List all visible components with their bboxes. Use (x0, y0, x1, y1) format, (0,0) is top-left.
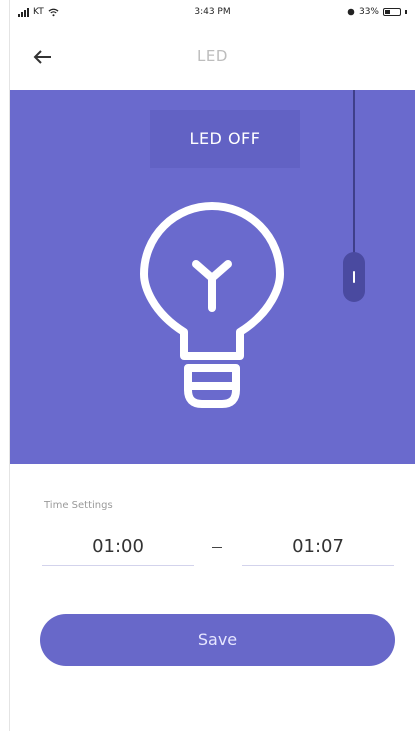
time-range-separator (212, 547, 222, 548)
pull-switch-mark (353, 271, 355, 283)
start-time-field[interactable]: 01:00 (42, 528, 194, 566)
app-screen: KT 3:43 PM 33% LED LED OFF Time Settings… (0, 0, 415, 731)
battery-percent: 33% (358, 7, 379, 17)
status-right: 33% (347, 7, 407, 17)
light-bulb-icon[interactable] (138, 200, 286, 418)
status-bar: KT 3:43 PM 33% (10, 0, 415, 26)
alarm-icon (347, 8, 355, 16)
nav-bar: LED (10, 26, 415, 90)
pull-cord (353, 90, 355, 254)
battery-tip (405, 10, 407, 14)
battery-icon (383, 8, 401, 16)
pull-switch-icon[interactable] (343, 252, 365, 302)
save-button[interactable]: Save (40, 614, 395, 666)
led-panel: LED OFF (10, 90, 415, 464)
battery-fill (385, 10, 390, 14)
end-time-field[interactable]: 01:07 (242, 528, 394, 566)
time-settings-label: Time Settings (44, 500, 113, 511)
page-title: LED (197, 47, 228, 65)
led-status-label: LED OFF (150, 110, 300, 168)
